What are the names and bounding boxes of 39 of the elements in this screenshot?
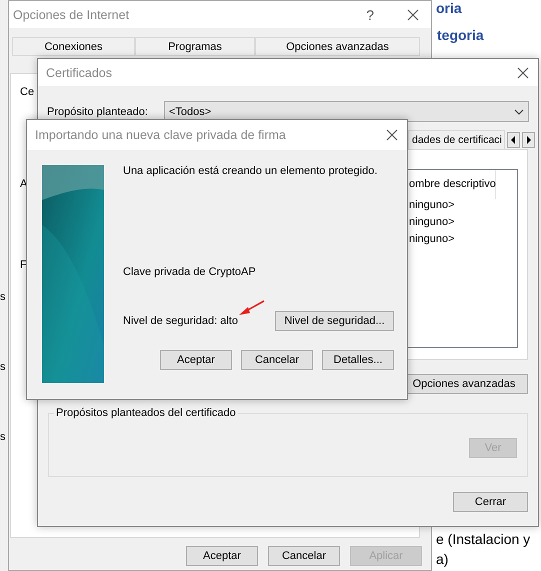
purpose-dropdown[interactable]: <Todos>: [164, 101, 529, 122]
close-icon[interactable]: [386, 129, 398, 141]
page-link[interactable]: oria: [436, 0, 541, 16]
window-title: Importando una nueva clave privada de firma: [35, 128, 286, 142]
table-cell-text: ninguno>: [409, 216, 455, 230]
security-level-text: Nivel de seguridad: alto: [123, 315, 238, 327]
scroll-right-button[interactable]: [522, 132, 535, 148]
help-button[interactable]: ?: [366, 6, 374, 22]
table-cell-text: ninguno>: [409, 199, 455, 213]
scroll-left-button[interactable]: [506, 132, 520, 148]
dialog-button[interactable]: Aceptar: [160, 350, 232, 370]
close-icon[interactable]: [407, 8, 419, 20]
chevron-down-icon: [514, 108, 524, 114]
message-text: Una aplicación está creando un elemento protegido.: [123, 165, 378, 177]
page-text: e (Instalacion y: [436, 531, 532, 548]
close-icon[interactable]: [517, 66, 529, 78]
label-fragment: F: [20, 259, 27, 271]
window-title: Certificados: [46, 66, 112, 80]
dialog-button[interactable]: Cancelar: [268, 546, 340, 566]
label-fragment: s: [0, 431, 6, 443]
key-name-text: Clave privada de CryptoAP: [123, 266, 256, 278]
page-text: a): [436, 551, 450, 568]
label-fragment: Ce: [20, 86, 34, 98]
label-fragment: s: [0, 361, 6, 373]
group-title: Propósitos planteados del certificado: [55, 407, 237, 419]
label-fragment: s: [0, 291, 6, 303]
tab[interactable]: Programas: [135, 37, 255, 56]
tab[interactable]: Opciones avanzadas: [255, 37, 420, 56]
dialog-button[interactable]: Cancelar: [241, 350, 313, 370]
dialog-button[interactable]: Detalles...: [322, 350, 394, 370]
security-level-button[interactable]: Nivel de seguridad...: [275, 311, 394, 331]
table-cell-text: ninguno>: [409, 233, 455, 247]
purpose-label: Propósito planteado:: [47, 106, 149, 118]
dialog-button[interactable]: Aceptar: [186, 546, 258, 566]
tab[interactable]: dades de certificaci: [408, 130, 505, 149]
page-link[interactable]: tegoria: [437, 26, 541, 44]
window-title: Opciones de Internet: [13, 8, 130, 22]
tab[interactable]: Conexiones: [12, 37, 135, 56]
close-button[interactable]: Cerrar: [453, 492, 528, 512]
